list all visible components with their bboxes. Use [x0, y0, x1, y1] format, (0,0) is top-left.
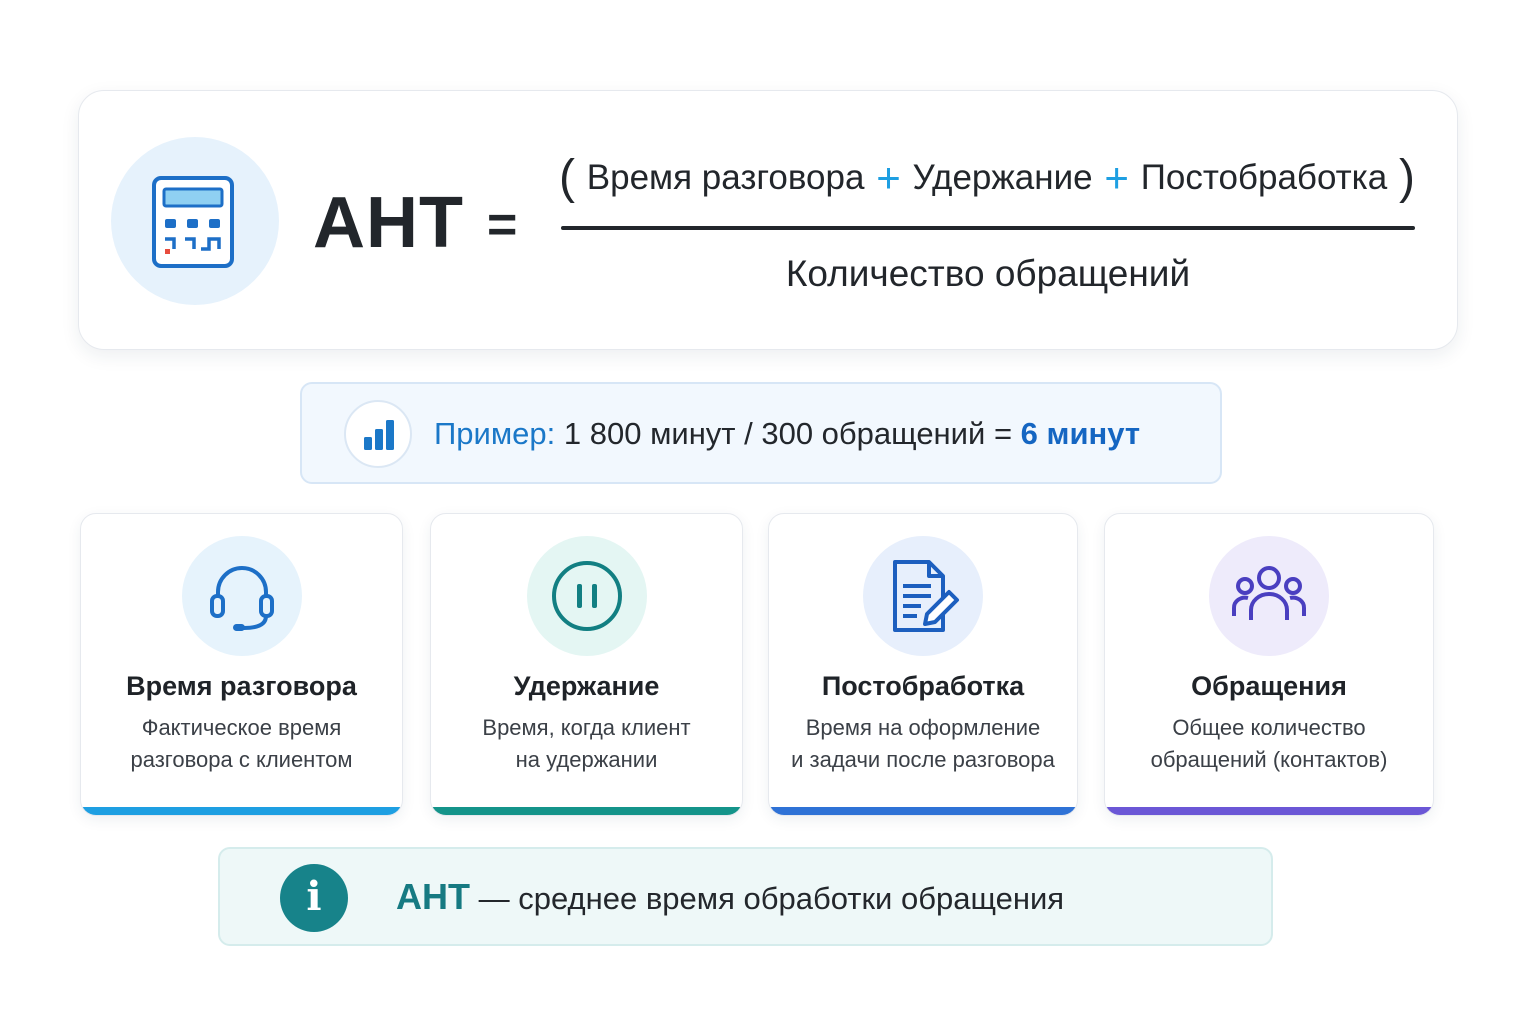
- card-after-call-work: Постобработка Время на оформление и зада…: [768, 513, 1078, 816]
- open-paren: (: [559, 151, 575, 204]
- card-description-line: Время на оформление: [805, 715, 1041, 740]
- info-icon: i: [280, 864, 348, 932]
- people-icon: [1232, 566, 1306, 620]
- card-description-line: обращений (контактов): [1150, 747, 1388, 772]
- card-title: Обращения: [1191, 671, 1347, 701]
- card-description: Время, когда клиент на удержании: [441, 712, 732, 776]
- card-accent-bar: [81, 807, 402, 815]
- example-box: Пример: 1 800 минут / 300 обращений = 6 …: [300, 382, 1222, 484]
- pause-icon: [551, 561, 622, 631]
- card-description: Время на оформление и задачи после разго…: [779, 712, 1067, 776]
- fraction-line: [561, 226, 1415, 230]
- card-icon-badge: [1209, 536, 1329, 656]
- example-expression: 1 800 минут / 300 обращений: [563, 416, 986, 451]
- card-icon-badge: [181, 536, 302, 656]
- card-description-line: и задачи после разговора: [791, 747, 1055, 772]
- formula-equals-sign: =: [487, 196, 518, 254]
- formula-denominator: Количество обращений: [785, 253, 1191, 294]
- document-edit-icon: [893, 560, 959, 632]
- info-text: AHT — среднее время обработки обращения: [396, 875, 1064, 921]
- numerator-term-after-call-work: Постобработка: [1140, 158, 1388, 197]
- card-contacts: Обращения Общее количество обращений (ко…: [1104, 513, 1434, 816]
- headset-icon: [209, 566, 274, 631]
- example-result: 6 минут: [1020, 416, 1141, 451]
- numerator-term-hold: Удержание: [912, 158, 1093, 197]
- card-talk-time: Время разговора Фактическое время разгов…: [80, 513, 403, 816]
- card-accent-bar: [431, 807, 742, 815]
- plus-sign: +: [876, 154, 901, 201]
- card-accent-bar: [769, 807, 1077, 815]
- info-icon-glyph: i: [306, 873, 322, 920]
- card-title: Удержание: [513, 671, 660, 701]
- card-hold: Удержание Время, когда клиент на удержан…: [430, 513, 743, 816]
- card-icon-badge: [526, 536, 647, 656]
- page: AHT = ( Время разговора + Удержание + По…: [0, 0, 1536, 1024]
- card-description-line: на удержании: [515, 747, 658, 772]
- card-icon-badge: [863, 536, 983, 656]
- formula-lhs: AHT: [313, 183, 464, 263]
- card-description: Общее количество обращений (контактов): [1115, 712, 1423, 776]
- card-description-line: Время, когда клиент: [482, 715, 691, 740]
- bar-chart-icon: [364, 420, 394, 450]
- plus-sign: +: [1104, 154, 1129, 201]
- calculator-badge: [111, 137, 279, 305]
- card-description: Фактическое время разговора с клиентом: [91, 712, 392, 776]
- info-definition: — среднее время обработки обращения: [478, 881, 1065, 916]
- close-paren: ): [1399, 151, 1415, 204]
- numerator-term-talk-time: Время разговора: [586, 158, 865, 197]
- card-title: Постобработка: [821, 671, 1025, 701]
- example-badge: [344, 400, 412, 468]
- formula-card: AHT = ( Время разговора + Удержание + По…: [78, 90, 1458, 350]
- info-box: i AHT — среднее время обработки обращени…: [218, 847, 1273, 946]
- info-term: AHT: [396, 876, 470, 917]
- example-text: Пример: 1 800 минут / 300 обращений = 6 …: [434, 412, 1140, 456]
- card-description-line: Общее количество: [1172, 715, 1366, 740]
- formula-numerator: ( Время разговора + Удержание + Постобра…: [559, 153, 1415, 203]
- card-description-line: Фактическое время: [141, 715, 342, 740]
- card-description-line: разговора с клиентом: [130, 747, 353, 772]
- card-accent-bar: [1105, 807, 1433, 815]
- example-equals: =: [993, 416, 1013, 451]
- card-title: Время разговора: [126, 671, 357, 701]
- calculator-icon: [152, 176, 234, 268]
- example-label: Пример:: [434, 416, 556, 451]
